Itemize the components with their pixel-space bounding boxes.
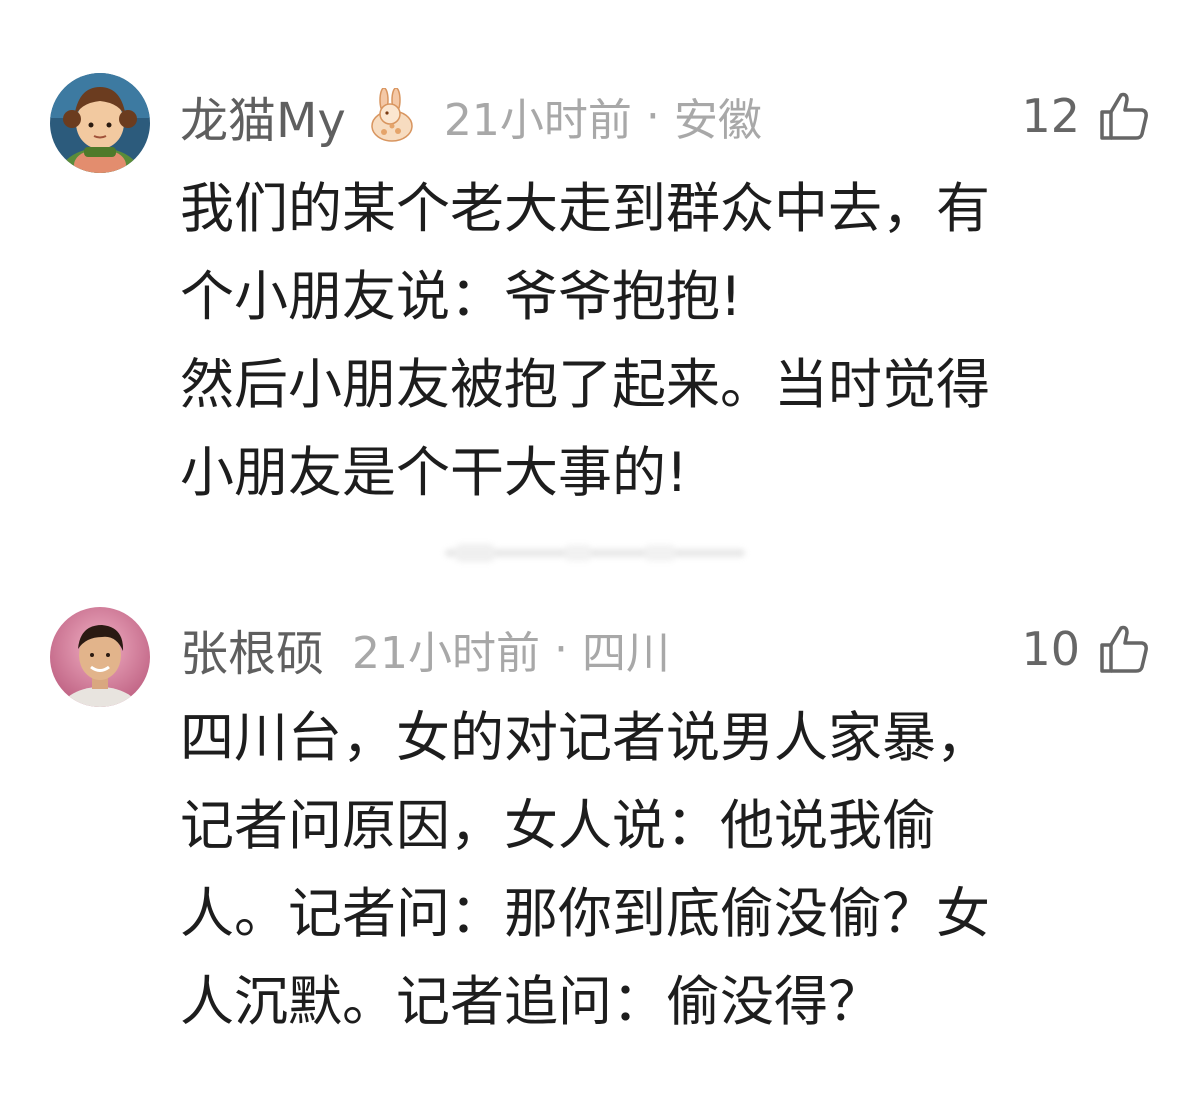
- comment-line: 记者问原因，女人说：他说我偷: [180, 794, 936, 857]
- like-count: 10: [1021, 622, 1080, 676]
- rabbit-icon: [368, 87, 416, 144]
- username[interactable]: 龙猫My: [180, 81, 346, 151]
- like-button[interactable]: 10: [1021, 617, 1150, 681]
- comment-line: 我们的某个老大走到群众中去，有: [180, 177, 990, 240]
- avatar[interactable]: [50, 607, 150, 707]
- separator-dot: ·: [554, 623, 569, 675]
- comment-line: 人沉默。记者追问：偷没得？: [180, 970, 882, 1033]
- comment-line: 小朋友是个干大事的!: [180, 441, 688, 504]
- separator-dot: ·: [645, 90, 660, 142]
- timestamp: 21小时前: [352, 628, 541, 679]
- avatar-image: [50, 607, 150, 707]
- comment-line: 个小朋友说：爷爷抱抱!: [180, 265, 742, 328]
- comment-text: 四川台，女的对记者说男人家暴， 记者问原因，女人说：他说我偷 人。记者问：那你到…: [180, 694, 1110, 1046]
- blurred-artifact: [445, 544, 745, 562]
- like-count: 12: [1021, 89, 1080, 143]
- location: 安徽: [673, 95, 762, 146]
- username[interactable]: 张根硕: [180, 614, 324, 684]
- comment-text: 我们的某个老大走到群众中去，有 个小朋友说：爷爷抱抱! 然后小朋友被抱了起来。当…: [180, 165, 1110, 517]
- avatar-image: [50, 73, 150, 173]
- avatar[interactable]: [50, 73, 150, 173]
- thumbs-up-icon: [1100, 92, 1148, 140]
- timestamp: 21小时前: [443, 95, 632, 146]
- like-button[interactable]: 12: [1021, 84, 1150, 148]
- comment-line: 然后小朋友被抱了起来。当时觉得: [180, 353, 990, 416]
- comment-line: 人。记者问：那你到底偷没偷？女: [180, 882, 990, 945]
- location: 四川: [582, 628, 671, 679]
- comment-header: 龙猫My 21小时前 · 安徽 12: [180, 81, 1150, 151]
- comment-header: 张根硕 21小时前 · 四川 10: [180, 614, 1150, 684]
- thumbs-up-icon: [1100, 625, 1148, 673]
- comment-line: 四川台，女的对记者说男人家暴，: [180, 706, 990, 769]
